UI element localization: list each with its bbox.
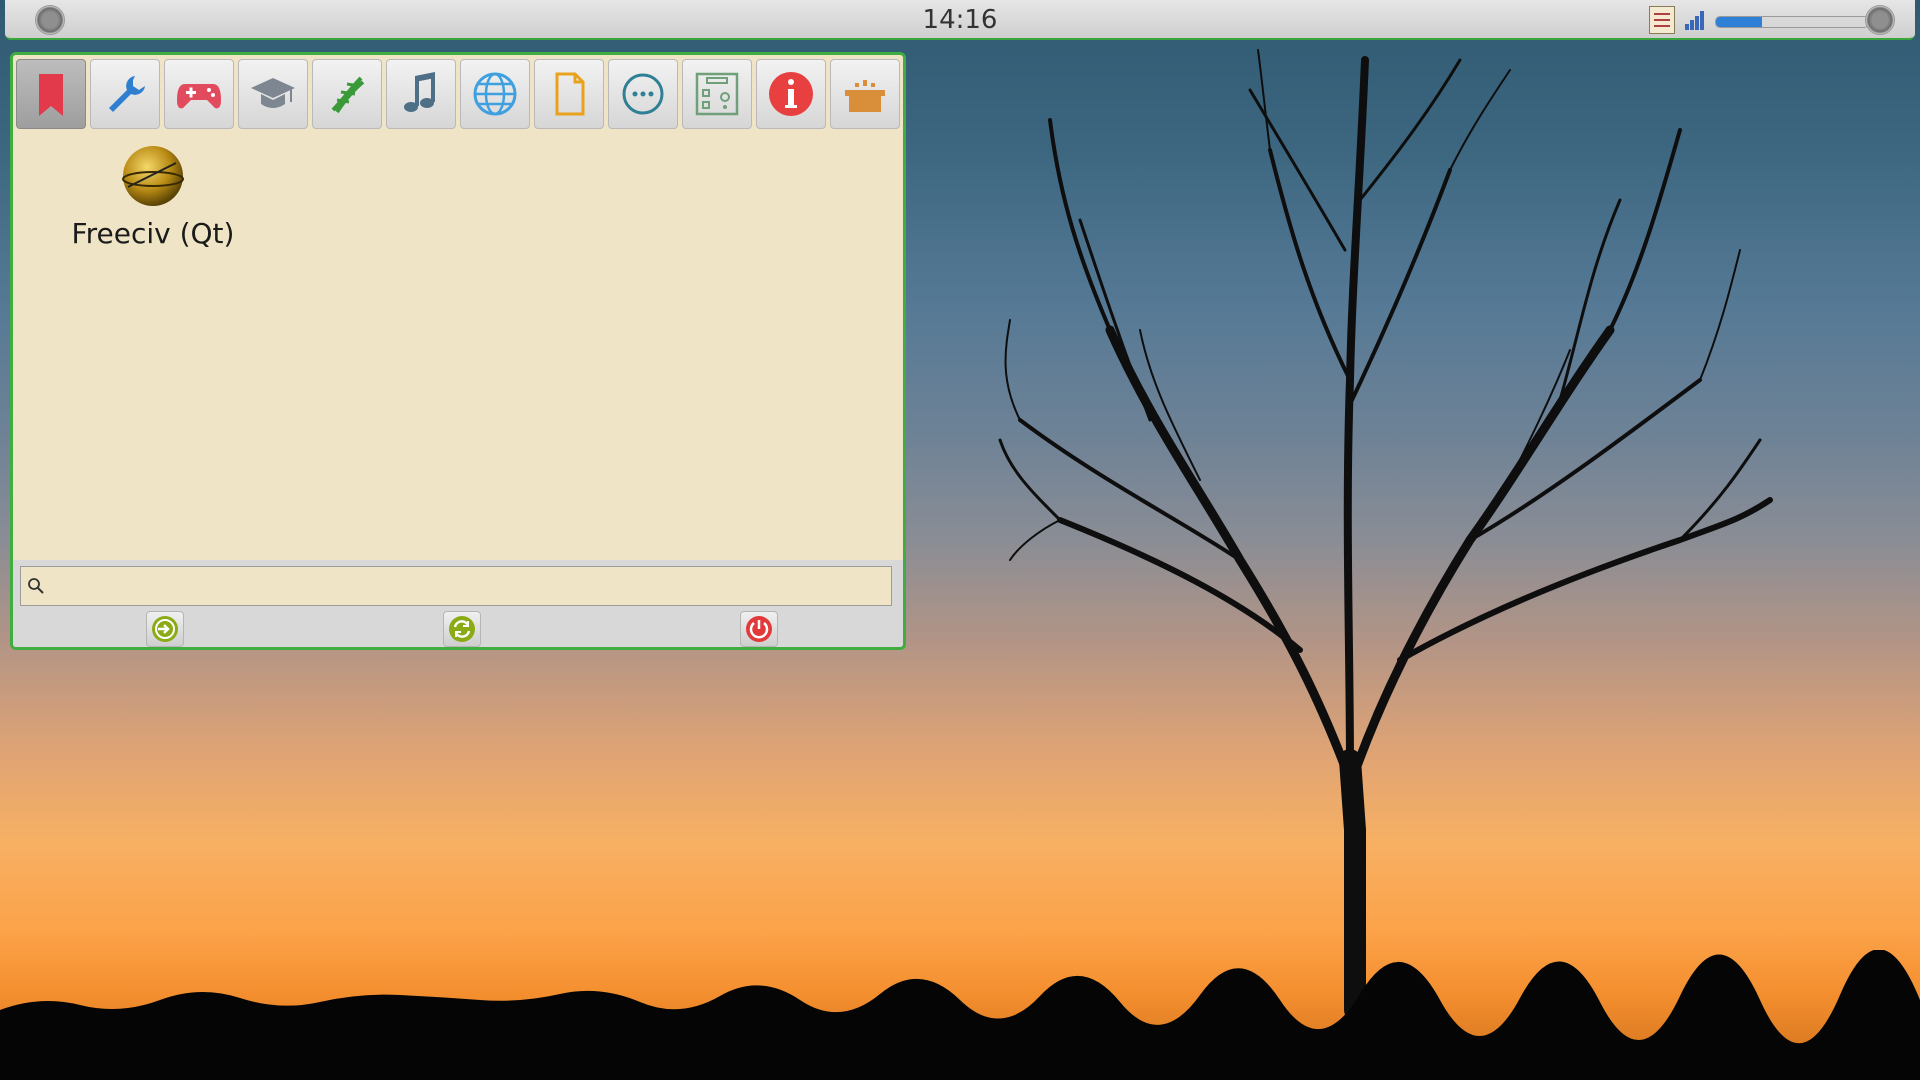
category-science[interactable] [312,59,382,129]
search-icon [28,578,44,594]
power-icon [746,616,772,642]
logout-icon [152,616,178,642]
category-games[interactable] [164,59,234,129]
category-internet[interactable] [460,59,530,129]
logout-button[interactable] [146,611,184,647]
category-office[interactable] [534,59,604,129]
more-icon [622,73,664,115]
info-icon [769,72,813,116]
session-bar [13,610,903,647]
search-box[interactable] [20,566,892,606]
notes-icon[interactable] [1649,6,1675,34]
category-bar [13,55,903,135]
freeciv-globe-icon [122,146,184,206]
network-signal-icon[interactable] [1685,10,1707,30]
restart-button[interactable] [443,611,481,647]
category-multimedia[interactable] [386,59,456,129]
desktop-orb-button[interactable] [1865,5,1895,35]
control-panel-icon [695,72,739,116]
music-note-icon [404,72,435,112]
category-education[interactable] [238,59,308,129]
shutdown-button[interactable] [740,611,778,647]
volume-fill [1716,17,1762,27]
horizon-treeline [0,950,1920,1080]
app-freeciv-qt[interactable]: Freeciv (Qt) [63,143,243,250]
restart-icon [449,616,475,642]
category-system[interactable] [90,59,160,129]
document-icon [555,72,585,116]
category-other[interactable] [608,59,678,129]
wrench-icon [109,76,145,112]
application-launcher: Freeciv (Qt) [10,52,906,650]
dna-icon [331,76,365,114]
graduation-cap-icon [251,78,295,108]
volume-slider[interactable] [1715,16,1869,28]
app-label: Freeciv (Qt) [71,217,235,250]
app-list: Freeciv (Qt) [13,135,903,560]
top-panel: 14:16 [5,0,1915,40]
bookmark-icon [39,74,63,116]
search-area [13,560,903,610]
gamepad-icon [177,84,221,109]
category-settings[interactable] [682,59,752,129]
category-install[interactable] [830,59,900,129]
category-favorites[interactable] [16,59,86,129]
search-input[interactable] [51,571,885,603]
open-box-icon [845,80,885,112]
category-information[interactable] [756,59,826,129]
clock[interactable]: 14:16 [5,5,1915,35]
globe-icon [473,72,517,116]
